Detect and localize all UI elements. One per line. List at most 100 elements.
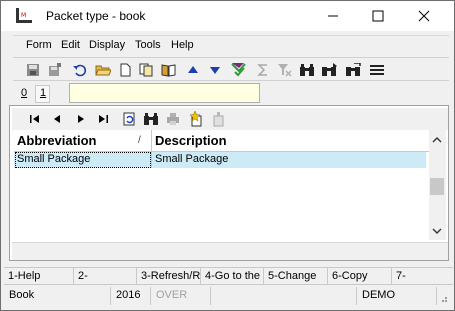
main-window: M Packet type - book Form Edit Display T… [0, 0, 455, 311]
undo-button[interactable] [69, 60, 89, 80]
menu-tools[interactable]: Tools [135, 39, 161, 51]
copy-document-icon [139, 63, 153, 77]
fkey-help[interactable]: 1-Help [4, 268, 74, 284]
prev-record-button[interactable] [48, 110, 66, 128]
grid-header: Abbreviation / Description [14, 130, 430, 152]
resize-grip-icon[interactable] [438, 293, 448, 303]
first-record-button[interactable] [26, 110, 44, 128]
refresh-doc-icon [123, 112, 135, 126]
fkey-goto[interactable]: 4-Go to the r [201, 268, 264, 284]
move-down-button[interactable] [205, 60, 225, 80]
function-key-bar: 1-Help 2- 3-Refresh/R 4-Go to the r 5-Ch… [4, 267, 453, 285]
last-record-icon [99, 115, 108, 123]
fkey-7[interactable]: 7- [392, 268, 453, 284]
data-grid: Abbreviation / Description Small Package… [14, 130, 430, 240]
status-database: DEMO [357, 287, 437, 305]
status-empty [211, 287, 357, 305]
table-row[interactable]: Small Package Small Package [14, 152, 426, 168]
find-next-button[interactable] [319, 60, 339, 80]
prev-record-icon [54, 115, 60, 123]
sum-button[interactable] [253, 60, 273, 80]
open-button[interactable] [93, 60, 113, 80]
svg-text:M: M [21, 12, 26, 19]
fkey-change[interactable]: 5-Change [264, 268, 328, 284]
print-icon [167, 113, 179, 125]
filter-check-icon [231, 63, 246, 77]
arrow-up-icon [188, 66, 198, 73]
save-as-icon [49, 63, 61, 76]
filter-button[interactable] [229, 60, 249, 80]
main-toolbar [13, 57, 449, 81]
menu-help[interactable]: Help [171, 39, 194, 51]
status-bar: Book 2016 OVER DEMO [4, 287, 453, 305]
vertical-scrollbar[interactable] [429, 130, 446, 240]
add-star-icon [189, 111, 202, 127]
menu-display[interactable]: Display [89, 39, 125, 51]
hamburger-menu-icon [370, 65, 384, 75]
find-next-icon [322, 63, 337, 76]
add-record-button[interactable] [188, 110, 206, 128]
new-document-icon [120, 63, 131, 77]
binoculars-icon [300, 64, 314, 76]
cell-abbreviation[interactable]: Small Package [17, 153, 90, 165]
save-button[interactable] [23, 60, 43, 80]
book-button[interactable] [159, 60, 179, 80]
menu-edit[interactable]: Edit [61, 39, 80, 51]
filter-clear-icon [278, 64, 292, 77]
last-record-button[interactable] [94, 110, 112, 128]
column-header-abbreviation[interactable]: Abbreviation [17, 133, 96, 148]
minimize-icon [328, 15, 338, 17]
status-book: Book [4, 287, 111, 305]
find-replace-button[interactable] [343, 60, 363, 80]
save-icon [27, 64, 39, 76]
status-year: 2016 [111, 287, 151, 305]
close-button[interactable] [402, 1, 446, 31]
fkey-refresh[interactable]: 3-Refresh/R [137, 268, 201, 284]
delete-record-button[interactable] [210, 110, 228, 128]
save-as-button[interactable] [45, 60, 65, 80]
cell-divider [151, 152, 152, 168]
scroll-up-icon[interactable] [432, 136, 442, 144]
grid-panel: Abbreviation / Description Small Package… [9, 105, 449, 261]
print-button[interactable] [164, 110, 182, 128]
scroll-thumb[interactable] [430, 178, 444, 195]
column-header-description[interactable]: Description [155, 133, 227, 148]
grid-search-button[interactable] [142, 110, 160, 128]
sum-icon [257, 64, 267, 76]
column-divider[interactable] [151, 130, 152, 152]
move-up-button[interactable] [183, 60, 203, 80]
level-1-tab[interactable]: 1 [35, 85, 50, 103]
minimize-button[interactable] [311, 1, 355, 31]
next-record-button[interactable] [72, 110, 90, 128]
status-overwrite-mode: OVER [151, 287, 211, 305]
undo-icon [73, 64, 86, 77]
binoculars-icon [144, 113, 158, 125]
search-button[interactable] [297, 60, 317, 80]
record-info-field[interactable] [69, 83, 260, 103]
menu-form[interactable]: Form [26, 39, 52, 51]
cell-description[interactable]: Small Package [155, 153, 228, 165]
remove-icon [213, 112, 224, 127]
close-icon [418, 10, 430, 22]
maximize-button[interactable] [356, 1, 400, 31]
maximize-icon [372, 10, 384, 22]
fkey-copy[interactable]: 6-Copy [328, 268, 392, 284]
fkey-2[interactable]: 2- [74, 268, 137, 284]
window-title: Packet type - book [46, 9, 146, 23]
find-replace-icon [346, 63, 361, 76]
new-button[interactable] [115, 60, 135, 80]
grid-footer [12, 242, 448, 260]
title-bar: M Packet type - book [1, 1, 454, 31]
options-menu-button[interactable] [367, 60, 387, 80]
clear-filter-button[interactable] [275, 60, 295, 80]
menu-bar: Form Edit Display Tools Help [13, 35, 449, 55]
level-1-label: 1 [40, 87, 47, 99]
scroll-down-icon[interactable] [432, 227, 442, 235]
next-record-icon [78, 115, 84, 123]
book-icon [161, 64, 176, 77]
app-logo-icon: M [16, 8, 32, 23]
copy-button[interactable] [137, 60, 157, 80]
record-navigator [12, 108, 448, 130]
refresh-button[interactable] [120, 110, 138, 128]
level-0-link[interactable]: 0 [21, 87, 27, 99]
